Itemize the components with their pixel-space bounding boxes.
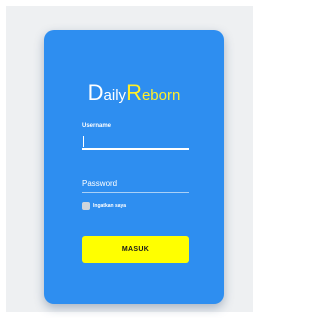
- remember-checkbox[interactable]: [82, 201, 90, 210]
- password-placeholder: Password: [82, 179, 118, 188]
- logo-initial-r: R: [126, 80, 142, 105]
- remember-label: Ingatkan saya: [93, 202, 127, 209]
- logo-text-eborn: eborn: [141, 87, 181, 104]
- login-card: DailyReborn Username Password Ingatkan s…: [44, 30, 224, 304]
- logo-initial-d: D: [87, 80, 104, 105]
- username-label: Username: [82, 123, 112, 129]
- logo-text-aily: aily: [103, 87, 127, 104]
- password-input[interactable]: Password: [82, 175, 189, 193]
- login-button[interactable]: MASUK: [82, 236, 189, 263]
- username-input[interactable]: [82, 130, 189, 150]
- page-background: DailyReborn Username Password Ingatkan s…: [6, 6, 253, 312]
- text-caret: [83, 136, 84, 147]
- app-logo: DailyReborn: [44, 82, 224, 104]
- remember-me[interactable]: Ingatkan saya: [82, 201, 126, 210]
